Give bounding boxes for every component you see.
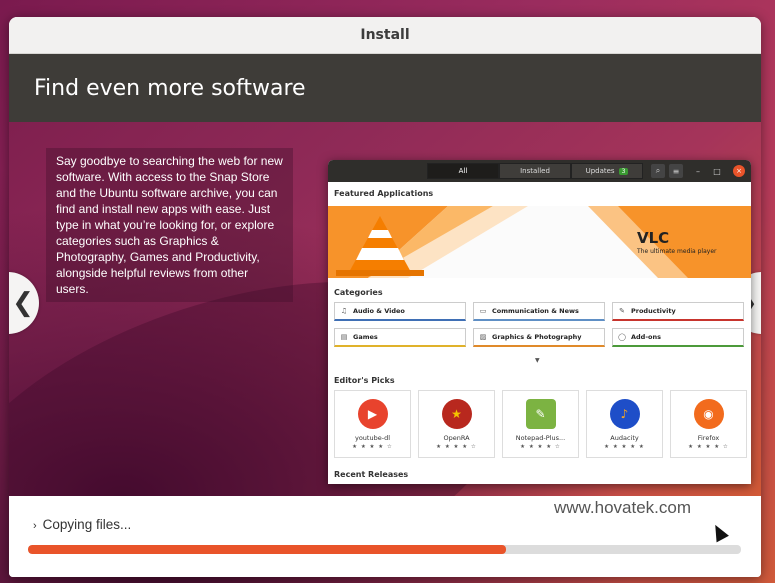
hammer-sickle-icon: ★ (441, 399, 472, 429)
rating-stars: ★ ★ ★ ★ ☆ (520, 444, 561, 450)
progress-area: www.hovatek.com › Copying files... (9, 497, 761, 577)
rating-stars: ★ ★ ★ ★ ☆ (688, 444, 729, 450)
status-expander[interactable]: › Copying files... (33, 517, 131, 532)
categories-grid: ♫ Audio & Video ▭ Communication & News ✎… (334, 302, 745, 347)
notepad-icon: ✎ (525, 399, 556, 429)
rating-stars: ★ ★ ★ ★ ☆ (436, 444, 477, 450)
progress-bar (28, 545, 741, 554)
picture-icon: ▨ (479, 333, 487, 341)
updates-count-badge: 3 (618, 167, 629, 175)
previous-slide-button[interactable]: ❮ (9, 272, 39, 334)
editors-picks-title: Editor's Picks (334, 376, 395, 385)
software-center-screenshot: All Installed Updates 3 ⌕ ≡ – □ × Featur… (328, 160, 751, 484)
pick-audacity: ♪ Audacity ★ ★ ★ ★ ★ (586, 390, 663, 458)
rating-stars: ★ ★ ★ ★ ☆ (352, 444, 393, 450)
slide-heading: Find even more software (9, 54, 761, 122)
window-title: Install (9, 17, 761, 54)
watermark: www.hovatek.com (554, 498, 691, 517)
status-text: Copying files... (42, 517, 132, 532)
vlc-banner-art (328, 206, 751, 278)
software-header-bar: All Installed Updates 3 ⌕ ≡ – □ × (328, 160, 751, 182)
pick-firefox: ◉ Firefox ★ ★ ★ ★ ☆ (670, 390, 747, 458)
category-games: ▤ Games (334, 328, 466, 347)
category-communication-news: ▭ Communication & News (473, 302, 605, 321)
youtube-icon: ▶ (357, 399, 388, 429)
maximize-icon: □ (713, 166, 721, 176)
categories-title: Categories (334, 288, 383, 297)
chevron-down-icon: ▼ (535, 357, 540, 364)
category-productivity: ✎ Productivity (612, 302, 744, 321)
pick-notepad-plus: ✎ Notepad-Plus... ★ ★ ★ ★ ☆ (502, 390, 579, 458)
category-audio-video: ♫ Audio & Video (334, 302, 466, 321)
minimize-icon: – (696, 166, 700, 176)
chevron-left-icon: ❮ (12, 288, 34, 318)
chevron-right-icon: › (33, 520, 37, 532)
pick-youtube-dl: ▶ youtube-dl ★ ★ ★ ★ ☆ (334, 390, 411, 458)
banner-subtitle: The ultimate media player (637, 248, 717, 255)
music-note-icon: ♫ (340, 307, 348, 315)
menu-icon: ≡ (669, 164, 683, 178)
headphones-icon: ♪ (609, 399, 640, 429)
pencil-icon: ✎ (619, 307, 625, 315)
category-graphics-photography: ▨ Graphics & Photography (473, 328, 605, 347)
featured-title: Featured Applications (334, 189, 434, 198)
software-tabs: All Installed Updates 3 (427, 163, 643, 179)
vlc-banner: VLC The ultimate media player (328, 206, 751, 278)
progress-fill (28, 545, 506, 554)
recent-releases-title: Recent Releases (334, 470, 409, 479)
tab-updates: Updates 3 (571, 163, 643, 179)
chat-bubble-icon: ◯ (618, 333, 626, 341)
slideshow: Say goodbye to searching the web for new… (9, 122, 761, 496)
mouse-cursor (709, 521, 729, 543)
close-icon: × (733, 165, 745, 177)
chat-icon: ▭ (479, 307, 487, 315)
slide-description: Say goodbye to searching the web for new… (46, 148, 293, 302)
gamepad-icon: ▤ (340, 333, 348, 341)
search-icon: ⌕ (651, 164, 665, 178)
editors-picks: ▶ youtube-dl ★ ★ ★ ★ ☆ ★ OpenRA ★ ★ ★ ★ … (334, 390, 747, 458)
pick-openra: ★ OpenRA ★ ★ ★ ★ ☆ (418, 390, 495, 458)
category-add-ons: ◯ Add-ons (612, 328, 744, 347)
tab-installed: Installed (499, 163, 571, 179)
installer-window: Install Find even more software Say good… (9, 17, 761, 577)
firefox-icon: ◉ (693, 399, 724, 429)
banner-title: VLC (637, 229, 670, 247)
rating-stars: ★ ★ ★ ★ ★ (604, 444, 645, 450)
tab-all: All (427, 163, 499, 179)
